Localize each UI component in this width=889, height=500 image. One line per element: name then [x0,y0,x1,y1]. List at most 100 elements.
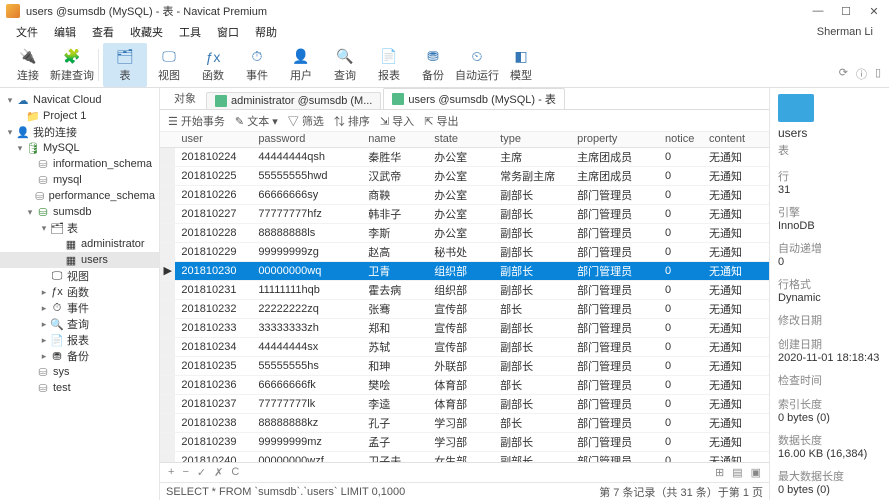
action-导出[interactable]: ⇱ 导出 [424,113,458,129]
cell[interactable]: 部门管理员 [571,204,659,223]
cell[interactable]: 77777777hfz [252,204,362,223]
tool-备份[interactable]: ⛃备份 [411,43,455,87]
cell[interactable]: 部门管理员 [571,451,659,462]
cell[interactable]: 副部长 [494,432,571,451]
cell[interactable]: 部长 [494,299,571,318]
cell[interactable]: 201810239 [175,432,252,451]
cell[interactable]: 部门管理员 [571,394,659,413]
table-row[interactable]: 20181022777777777hfz韩非子办公室副部长部门管理员0无通知 [160,204,769,223]
tree-mysql[interactable]: ⛁mysql [0,172,159,188]
tree-sys[interactable]: ⛁sys [0,364,159,380]
table-row[interactable]: 20181023777777777lk李逵体育部副部长部门管理员0无通知 [160,394,769,413]
col-content[interactable]: content [703,132,769,147]
cell[interactable]: 77777777lk [252,394,362,413]
cell[interactable]: 22222222zq [252,299,362,318]
cell[interactable]: 66666666fk [252,375,362,394]
tree-报表[interactable]: ▸📄报表 [0,332,159,348]
cell[interactable]: 组织部 [428,261,494,280]
cell[interactable]: 副部长 [494,337,571,356]
tool-查询[interactable]: 🔍查询 [323,43,367,87]
table-row[interactable]: 20181022444444444qsh秦胜华办公室主席主席团成员0无通知 [160,147,769,166]
table-row[interactable]: 20181023999999999mz孟子学习部副部长部门管理员0无通知 [160,432,769,451]
tree-备份[interactable]: ▸⛃备份 [0,348,159,364]
tab-administrator @sumsdb (M...[interactable]: administrator @sumsdb (M... [206,92,381,109]
tool-新建查询[interactable]: 🧩新建查询 [50,43,94,87]
cell[interactable]: 201810240 [175,451,252,462]
cell[interactable]: 201810227 [175,204,252,223]
cell[interactable]: 部门管理员 [571,242,659,261]
twist-icon[interactable]: ▸ [38,303,50,314]
cell[interactable]: 部门管理员 [571,337,659,356]
cell[interactable]: 樊哙 [362,375,428,394]
panel-info-icon[interactable]: ⓘ [856,66,867,82]
menu-工具[interactable]: 工具 [173,22,207,42]
cell[interactable]: 0 [659,375,703,394]
cell[interactable]: 副部长 [494,204,571,223]
table-row[interactable]: 20181022999999999zg赵高秘书处副部长部门管理员0无通知 [160,242,769,261]
cell[interactable]: 办公室 [428,166,494,185]
cell[interactable]: 部门管理员 [571,432,659,451]
cell[interactable]: 霍去病 [362,280,428,299]
cell[interactable]: 0 [659,204,703,223]
tab-users @sumsdb (MySQL) - 表[interactable]: users @sumsdb (MySQL) - 表 [383,88,564,109]
cell[interactable]: 无通知 [703,223,769,242]
cell[interactable]: 苏轼 [362,337,428,356]
cell[interactable]: 55555555hs [252,356,362,375]
cell[interactable]: 无通知 [703,204,769,223]
col-type[interactable]: type [494,132,571,147]
tree-Navicat Cloud[interactable]: ▾☁Navicat Cloud [0,92,159,108]
cell[interactable]: 郑和 [362,318,428,337]
grid-nav-−[interactable]: − [180,466,190,479]
cell[interactable]: 部门管理员 [571,375,659,394]
cell[interactable]: 0 [659,337,703,356]
cell[interactable]: 88888888kz [252,413,362,432]
twist-icon[interactable]: ▸ [38,287,50,298]
table-row[interactable]: 20181023333333333zh郑和宣传部副部长部门管理员0无通知 [160,318,769,337]
cell[interactable]: 44444444sx [252,337,362,356]
cell[interactable]: 无通知 [703,280,769,299]
cell[interactable]: 卫子夫 [362,451,428,462]
cell[interactable]: 201810234 [175,337,252,356]
tree-查询[interactable]: ▸🔍查询 [0,316,159,332]
view-mode-icon[interactable]: ▤ [730,466,744,479]
cell[interactable]: 宣传部 [428,318,494,337]
menu-帮助[interactable]: 帮助 [249,22,283,42]
cell[interactable]: 0 [659,261,703,280]
cell[interactable]: 外联部 [428,356,494,375]
cell[interactable]: 部门管理员 [571,185,659,204]
cell[interactable]: 201810229 [175,242,252,261]
action-筛选[interactable]: ▽ 筛选 [288,113,324,129]
cell[interactable]: 0 [659,223,703,242]
table-row[interactable]: 20181022888888888ls李斯办公室副部长部门管理员0无通知 [160,223,769,242]
cell[interactable]: 无通知 [703,299,769,318]
col-name[interactable]: name [362,132,428,147]
cell[interactable]: 部门管理员 [571,413,659,432]
cell[interactable]: 66666666sy [252,185,362,204]
cell[interactable]: 汉武帝 [362,166,428,185]
cell[interactable]: 办公室 [428,185,494,204]
cell[interactable]: 和珅 [362,356,428,375]
tree-users[interactable]: ▦users [0,252,159,268]
maximize-button[interactable]: ☐ [837,5,855,18]
cell[interactable]: 部长 [494,375,571,394]
cell[interactable]: 0 [659,147,703,166]
action-导入[interactable]: ⇲ 导入 [380,113,414,129]
tool-报表[interactable]: 📄报表 [367,43,411,87]
action-排序[interactable]: ⇅ 排序 [334,113,370,129]
cell[interactable]: 201810231 [175,280,252,299]
cell[interactable]: 李斯 [362,223,428,242]
cell[interactable]: 部门管理员 [571,299,659,318]
tool-连接[interactable]: 🔌连接 [6,43,50,87]
cell[interactable]: 体育部 [428,394,494,413]
cell[interactable]: 0 [659,356,703,375]
col-user[interactable]: user [175,132,252,147]
tool-模型[interactable]: ◧模型 [499,43,543,87]
cell[interactable]: 0 [659,166,703,185]
cell[interactable]: 宣传部 [428,299,494,318]
table-row[interactable]: 20181023555555555hs和珅外联部副部长部门管理员0无通知 [160,356,769,375]
cell[interactable]: 无通知 [703,318,769,337]
twist-icon[interactable]: ▸ [38,335,50,346]
cell[interactable]: 无通知 [703,413,769,432]
cell[interactable]: 201810226 [175,185,252,204]
cell[interactable]: 张骞 [362,299,428,318]
